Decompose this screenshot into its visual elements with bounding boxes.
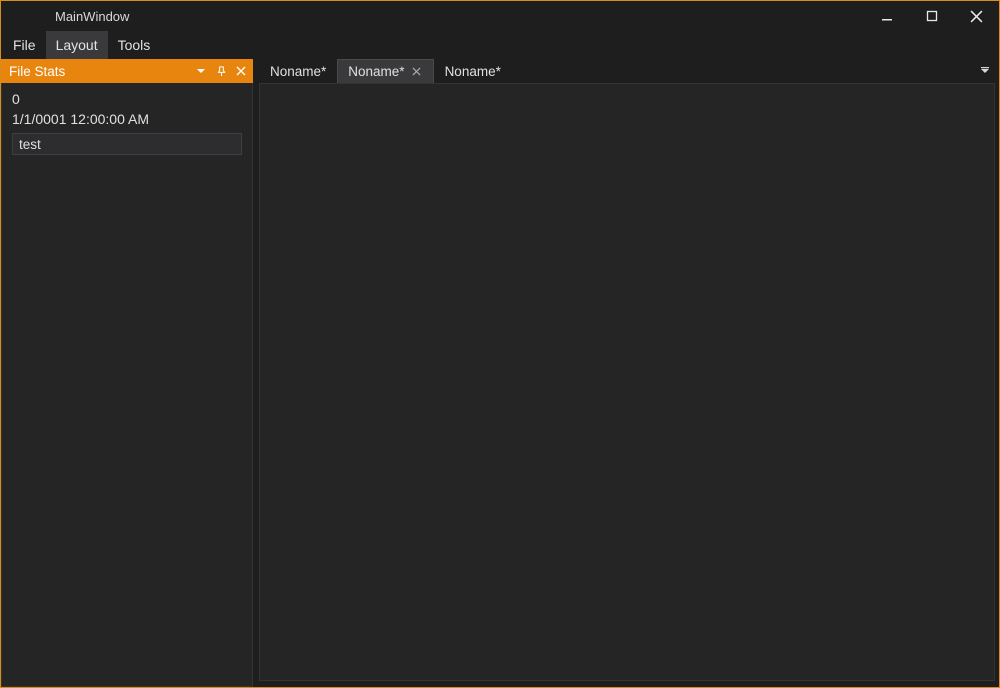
panel-header-actions bbox=[193, 63, 249, 79]
panel-dropdown-button[interactable] bbox=[193, 63, 209, 79]
menu-bar: File Layout Tools bbox=[1, 31, 999, 59]
tab-2[interactable]: Noname* bbox=[434, 59, 512, 83]
tab-1[interactable]: Noname* bbox=[337, 59, 433, 83]
tab-overflow-button[interactable] bbox=[975, 59, 995, 83]
window-title: MainWindow bbox=[55, 9, 129, 24]
tab-label: Noname* bbox=[348, 64, 404, 79]
close-button[interactable] bbox=[954, 1, 999, 31]
tab-label: Noname* bbox=[270, 64, 326, 79]
close-icon bbox=[236, 66, 246, 76]
panel-close-button[interactable] bbox=[233, 63, 249, 79]
panel-text-input[interactable] bbox=[12, 133, 242, 155]
input-wrapper bbox=[8, 133, 246, 155]
maximize-button[interactable] bbox=[909, 1, 954, 31]
panel-header: File Stats bbox=[1, 59, 253, 83]
window-controls bbox=[864, 1, 999, 31]
tab-0[interactable]: Noname* bbox=[259, 59, 337, 83]
stat-timestamp: 1/1/0001 12:00:00 AM bbox=[8, 109, 246, 129]
panel-title: File Stats bbox=[9, 64, 193, 79]
close-icon bbox=[970, 10, 983, 23]
menu-layout[interactable]: Layout bbox=[46, 31, 108, 59]
panel-pin-button[interactable] bbox=[213, 63, 229, 79]
tab-strip-spacer bbox=[512, 59, 975, 83]
menu-file[interactable]: File bbox=[3, 31, 46, 59]
overflow-menu-icon bbox=[979, 65, 991, 77]
tab-strip: Noname* Noname* Noname* bbox=[259, 59, 995, 83]
minimize-button[interactable] bbox=[864, 1, 909, 31]
file-stats-panel: File Stats 0 1/1/0001 12:00:00 AM bbox=[1, 59, 253, 687]
chevron-down-icon bbox=[196, 66, 206, 76]
editor-area: Noname* Noname* Noname* bbox=[253, 59, 999, 687]
title-bar: MainWindow bbox=[1, 1, 999, 31]
panel-body: 0 1/1/0001 12:00:00 AM bbox=[1, 83, 253, 687]
stat-count: 0 bbox=[8, 89, 246, 109]
close-icon bbox=[412, 67, 421, 76]
main-area: File Stats 0 1/1/0001 12:00:00 AM bbox=[1, 59, 999, 687]
editor-content[interactable] bbox=[259, 83, 995, 681]
menu-tools[interactable]: Tools bbox=[108, 31, 161, 59]
tab-close-button[interactable] bbox=[411, 65, 423, 77]
tab-label: Noname* bbox=[445, 64, 501, 79]
maximize-icon bbox=[926, 10, 938, 22]
pin-icon bbox=[216, 66, 227, 77]
minimize-icon bbox=[881, 10, 893, 22]
